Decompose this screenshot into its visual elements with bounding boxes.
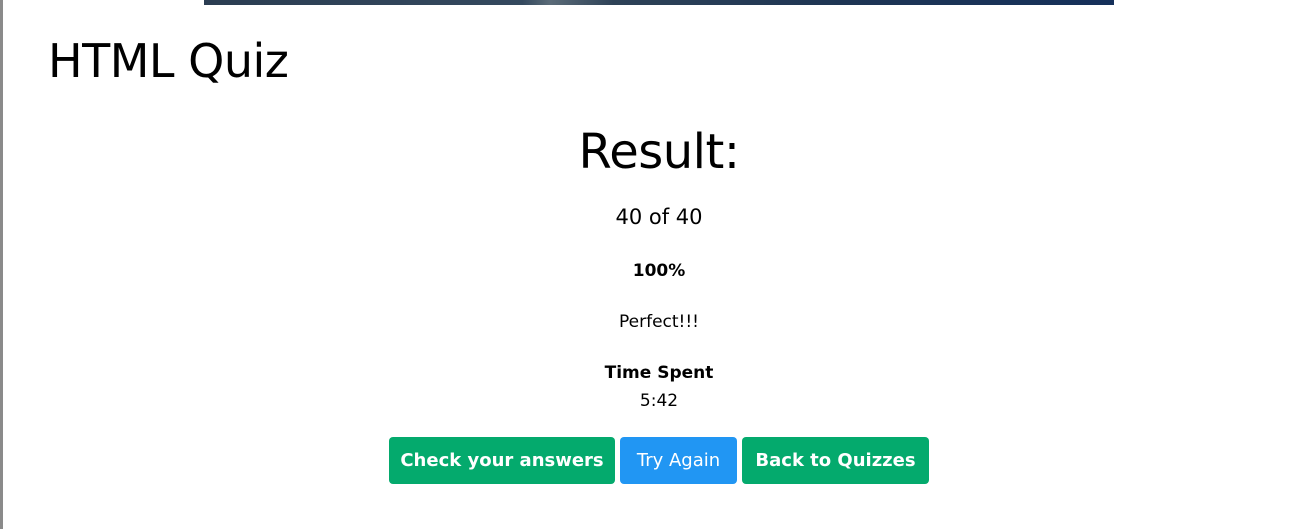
percent-text: 100% <box>632 261 686 281</box>
try-again-button[interactable]: Try Again <box>620 437 737 484</box>
time-spent-value: 5:42 <box>639 391 679 411</box>
header-banner-image <box>204 0 1114 5</box>
time-spent-label: Time Spent <box>604 363 714 383</box>
score-text: 40 of 40 <box>615 205 703 229</box>
result-heading: Result: <box>578 124 740 180</box>
result-message: Perfect!!! <box>619 312 699 332</box>
page-title: HTML Quiz <box>48 34 289 88</box>
back-to-quizzes-button[interactable]: Back to Quizzes <box>742 437 929 484</box>
check-answers-button[interactable]: Check your answers <box>389 437 615 484</box>
